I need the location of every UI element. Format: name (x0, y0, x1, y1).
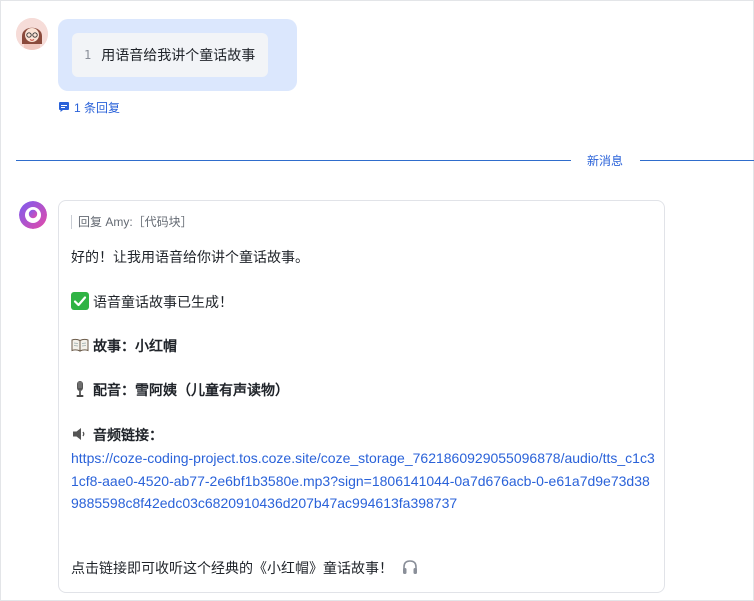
new-messages-label: 新消息 (587, 154, 624, 168)
user-avatar[interactable] (16, 18, 48, 50)
reply-count-label: 1 条回复 (74, 100, 121, 115)
microphone-icon (76, 381, 84, 397)
open-book-icon (71, 338, 89, 352)
audio-link-label: 音频链接： (93, 427, 163, 443)
user-message-bubble: 1 用语音给我讲个童话故事 (58, 19, 297, 91)
status-line: 语音童话故事已生成！ (71, 291, 233, 313)
audio-link[interactable]: https://coze-coding-project.tos.coze.sit… (71, 447, 656, 515)
closing-line: 点击链接即可收听这个经典的《小红帽》童话故事！ (71, 557, 423, 579)
speaker-icon (73, 428, 85, 440)
user-message-text: 用语音给我讲个童话故事 (101, 47, 256, 63)
line-number: 1 (84, 48, 92, 62)
closing-text: 点击链接即可收听这个经典的《小红帽》童话故事！ (71, 560, 393, 576)
bot-message-card: 回复 Amy:［代码块］ 好的！让我用语音给你讲个童话故事。 语音童话故事已生成… (58, 200, 665, 593)
bot-intro-text: 好的！让我用语音给你讲个童话故事。 (71, 249, 309, 265)
bot-avatar-icon[interactable] (19, 201, 47, 229)
reply-count-link[interactable]: 1 条回复 (58, 99, 120, 115)
story-label: 故事：小红帽 (93, 338, 177, 354)
new-messages-divider-left (16, 160, 571, 161)
story-line: 故事：小红帽 (71, 335, 177, 357)
link-label-line: 音频链接： (71, 424, 163, 446)
comment-icon (59, 102, 69, 112)
headphones-icon (402, 560, 417, 574)
new-messages-divider-right (640, 160, 754, 161)
voice-line: 配音：雪阿姨（儿童有声读物） (71, 379, 289, 401)
check-mark-icon (71, 292, 89, 310)
code-block[interactable]: 1 用语音给我讲个童话故事 (72, 33, 268, 77)
status-text: 语音童话故事已生成！ (93, 294, 233, 310)
voice-label: 配音：雪阿姨（儿童有声读物） (93, 382, 289, 398)
quote-reference[interactable]: 回复 Amy:［代码块］ (71, 215, 193, 229)
